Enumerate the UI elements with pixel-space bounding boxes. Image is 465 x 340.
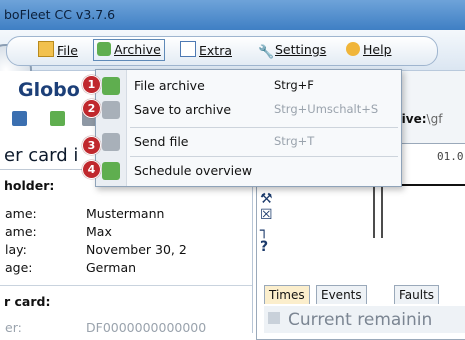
- step-badge: 2: [82, 99, 101, 118]
- menu-item-shortcut: Strg+T: [274, 134, 315, 148]
- menu-extra[interactable]: Extra: [180, 41, 232, 59]
- field-value: German: [86, 260, 137, 275]
- save-archive-icon: [102, 101, 120, 119]
- menu-separator: [130, 127, 398, 128]
- menu-file[interactable]: File: [38, 41, 78, 59]
- menu-item-label: File archive: [134, 78, 205, 93]
- database-icon[interactable]: [50, 111, 65, 126]
- date-label: 01.0: [437, 150, 464, 163]
- step-badge: 1: [82, 75, 101, 94]
- archive-dropdown-menu: File archive Strg+F Save to archive Strg…: [95, 69, 402, 187]
- tab-times[interactable]: Times: [264, 285, 310, 304]
- menu-bar: File Archive Extra 🔧Settings Help: [0, 30, 465, 96]
- calendar-icon: [180, 41, 196, 57]
- send-file-icon: [102, 133, 120, 151]
- title-bar: boFleet CC v3.7.6: [0, 0, 465, 30]
- card-heading: r card:: [4, 294, 51, 309]
- remaining-title: Current remainin: [288, 310, 433, 330]
- database-icon: [102, 77, 120, 95]
- work-icon: ☒: [260, 207, 273, 223]
- menu-item-save-to-archive[interactable]: Save to archive Strg+Umschalt+S: [96, 98, 401, 122]
- database-icon: [97, 42, 111, 56]
- field-value: Max: [86, 224, 112, 239]
- schedule-icon: [102, 162, 120, 180]
- field-value: Mustermann: [86, 206, 165, 221]
- save-icon[interactable]: [12, 111, 27, 126]
- tab-events[interactable]: Events (0): [316, 285, 367, 320]
- menu-help[interactable]: Help: [346, 41, 392, 59]
- menu-item-shortcut: Strg+F: [274, 78, 314, 92]
- menu-item-send-file[interactable]: Send file Strg+T: [96, 130, 401, 154]
- step-badge: 3: [82, 136, 101, 155]
- tab-faults[interactable]: Faults ((: [394, 285, 440, 320]
- menu-item-label: Save to archive: [134, 102, 232, 117]
- step-badge: 4: [82, 160, 101, 179]
- menu-item-label: Send file: [134, 134, 189, 149]
- field-label: ame:: [5, 224, 37, 239]
- field-label: ame:: [5, 206, 37, 221]
- menu-archive[interactable]: Archive: [93, 39, 165, 61]
- expand-icon[interactable]: [268, 312, 280, 324]
- field-label: age:: [5, 260, 33, 275]
- brand-logo-text: Globo: [18, 79, 80, 101]
- menu-item-schedule-overview[interactable]: Schedule overview: [96, 159, 401, 183]
- folder-icon: [38, 41, 54, 57]
- holder-heading: holder:: [4, 178, 55, 193]
- field-label: lay:: [5, 242, 27, 257]
- menu-settings[interactable]: 🔧Settings: [258, 41, 326, 60]
- unknown-icon: ?: [260, 239, 269, 255]
- menu-item-label: Schedule overview: [134, 163, 253, 178]
- activity-icons: ⚒ ☒ ┐ ?: [260, 191, 273, 255]
- rest-icon: ┐: [260, 223, 269, 239]
- divider: [0, 285, 252, 286]
- driving-icon: ⚒: [260, 191, 273, 207]
- window-title: boFleet CC v3.7.6: [4, 7, 116, 22]
- wrench-icon: 🔧: [258, 45, 275, 60]
- remaining-panel: Current remainin: [264, 306, 465, 333]
- help-icon: [346, 42, 360, 56]
- menu-separator: [130, 156, 398, 157]
- field-value: November 30, 2: [86, 242, 187, 257]
- menu-item-shortcut: Strg+Umschalt+S: [274, 102, 379, 116]
- menu-item-file-archive[interactable]: File archive Strg+F: [96, 74, 401, 98]
